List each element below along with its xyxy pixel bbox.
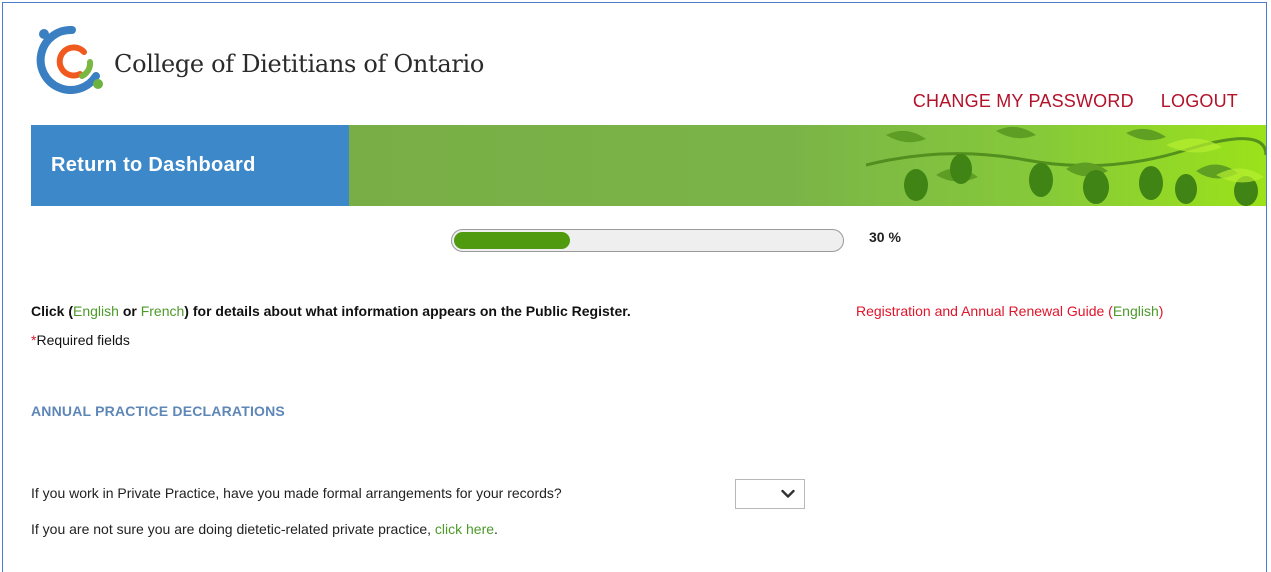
- renewal-guide-english-link[interactable]: English: [1113, 303, 1159, 319]
- public-register-info: Click (English or French) for details ab…: [31, 303, 631, 319]
- return-to-dashboard-label: Return to Dashboard: [51, 154, 256, 176]
- note-end: .: [494, 521, 498, 537]
- note-text: If you are not sure you are doing dietet…: [31, 521, 435, 537]
- info-suffix: ) for details about what information app…: [184, 303, 631, 319]
- logout-link[interactable]: LOGOUT: [1161, 91, 1238, 112]
- org-name: College of Dietitians of Ontario: [114, 50, 485, 78]
- private-practice-note: If you are not sure you are doing dietet…: [31, 521, 498, 537]
- change-password-link[interactable]: CHANGE MY PASSWORD: [913, 91, 1134, 112]
- org-logo[interactable]: College of Dietitians of Ontario: [34, 22, 484, 94]
- return-to-dashboard-button[interactable]: Return to Dashboard: [31, 125, 349, 206]
- progress-percent-label: 30 %: [869, 229, 901, 245]
- chevron-down-icon: [781, 489, 795, 498]
- renewal-guide-close: ): [1158, 303, 1164, 319]
- pear-branch-leaves-image: [866, 126, 1266, 206]
- header-banner: Return to Dashboard: [31, 125, 1266, 206]
- cdo-logo-icon: [36, 25, 103, 94]
- progress-bar: [451, 229, 844, 252]
- renewal-guide: Registration and Annual Renewal Guide (E…: [856, 303, 1163, 319]
- info-prefix: Click (: [31, 303, 74, 319]
- english-link[interactable]: English: [73, 303, 119, 319]
- required-fields-note: *Required fields: [31, 332, 130, 348]
- top-nav: CHANGE MY PASSWORD LOGOUT: [913, 91, 1238, 112]
- records-arrangement-select[interactable]: [735, 479, 805, 509]
- click-here-link[interactable]: click here: [435, 521, 494, 537]
- french-link[interactable]: French: [141, 303, 185, 319]
- private-practice-question: If you work in Private Practice, have yo…: [31, 485, 562, 501]
- progress-bar-fill: [454, 232, 570, 249]
- section-title: ANNUAL PRACTICE DECLARATIONS: [31, 403, 285, 419]
- renewal-guide-text: Registration and Annual Renewal Guide (: [856, 303, 1113, 319]
- required-fields-text: Required fields: [36, 332, 130, 348]
- banner-image-panel: [349, 125, 1266, 206]
- info-or: or: [118, 303, 141, 319]
